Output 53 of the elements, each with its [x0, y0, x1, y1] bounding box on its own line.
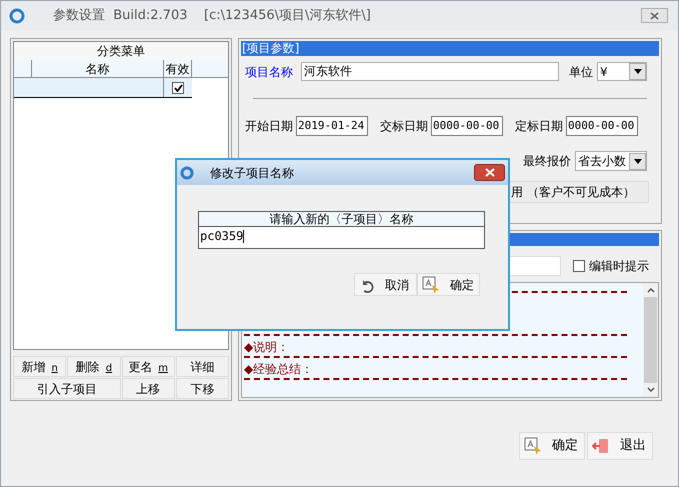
- confirm-icon: [422, 276, 440, 294]
- check-icon: [174, 84, 182, 92]
- dialog-button[interactable]: 取消: [354, 273, 417, 296]
- column-header: 名称: [32, 60, 164, 77]
- menu-button[interactable]: 新增 n: [13, 356, 66, 377]
- footer-button[interactable]: 退出: [587, 432, 653, 460]
- confirm-icon: [524, 437, 542, 455]
- caret-icon: [634, 158, 642, 164]
- menu-button[interactable]: 更名 m: [122, 356, 175, 377]
- close-button[interactable]: [474, 164, 505, 181]
- field-label: 项目名称: [245, 64, 294, 80]
- caret-icon: [634, 69, 642, 74]
- menu-button[interactable]: 引入子项目: [13, 378, 120, 399]
- final-price-select[interactable]: 省去小数: [575, 151, 647, 171]
- input-caption: 请输入新的〈子项目〉名称: [199, 212, 484, 227]
- list-row[interactable]: [14, 78, 192, 98]
- menu-button[interactable]: 上移: [122, 378, 175, 399]
- dropdown-button[interactable]: [629, 63, 646, 80]
- unit-select[interactable]: ¥: [597, 62, 647, 81]
- field-label: 开始日期: [245, 118, 293, 135]
- dropdown-button[interactable]: [629, 152, 646, 170]
- dialog-button[interactable]: 确定: [417, 273, 480, 296]
- field-label: 最终报价: [523, 153, 571, 170]
- list-title: 分类菜单: [14, 42, 228, 60]
- name-input-field[interactable]: pc0359: [199, 227, 484, 248]
- app-icon: [180, 166, 194, 180]
- menu-button[interactable]: 删除 d: [67, 356, 120, 377]
- app-icon: [9, 8, 25, 24]
- window-title: 参数设置 Build:2.703 [c:\123456\项目\河东软件\]: [53, 6, 371, 25]
- field-label: 单位: [569, 64, 593, 80]
- date-field[interactable]: 0000-00-00: [566, 116, 638, 136]
- note-heading: ◆经验总结：: [244, 362, 314, 376]
- field-label: 交标日期: [380, 118, 428, 135]
- field-label: 定标日期: [515, 118, 563, 135]
- note-heading: ◆说明：: [244, 340, 290, 354]
- menu-button[interactable]: 下移: [176, 378, 229, 399]
- column-header: 有效: [164, 60, 192, 77]
- footer-button[interactable]: 确定: [519, 432, 585, 460]
- checkbox-label: 编辑时提示: [589, 258, 649, 275]
- date-field[interactable]: 2019-01-24: [296, 116, 368, 136]
- dialog-title: 修改子项目名称: [210, 164, 294, 182]
- checkbox[interactable]: [172, 82, 184, 94]
- checkbox[interactable]: [573, 260, 585, 272]
- close-icon: [650, 12, 659, 20]
- section-header: [项目参数]: [241, 41, 659, 56]
- date-field[interactable]: 0000-00-00: [431, 116, 503, 136]
- scrollbar[interactable]: [643, 283, 658, 397]
- close-button[interactable]: [641, 8, 668, 23]
- exit-icon: [592, 437, 610, 455]
- close-icon: [484, 168, 494, 177]
- project-name-field[interactable]: 河东软件: [301, 62, 559, 81]
- cost-option[interactable]: 用 （客户不可见成本）: [509, 181, 649, 203]
- menu-button[interactable]: 详细: [176, 356, 229, 377]
